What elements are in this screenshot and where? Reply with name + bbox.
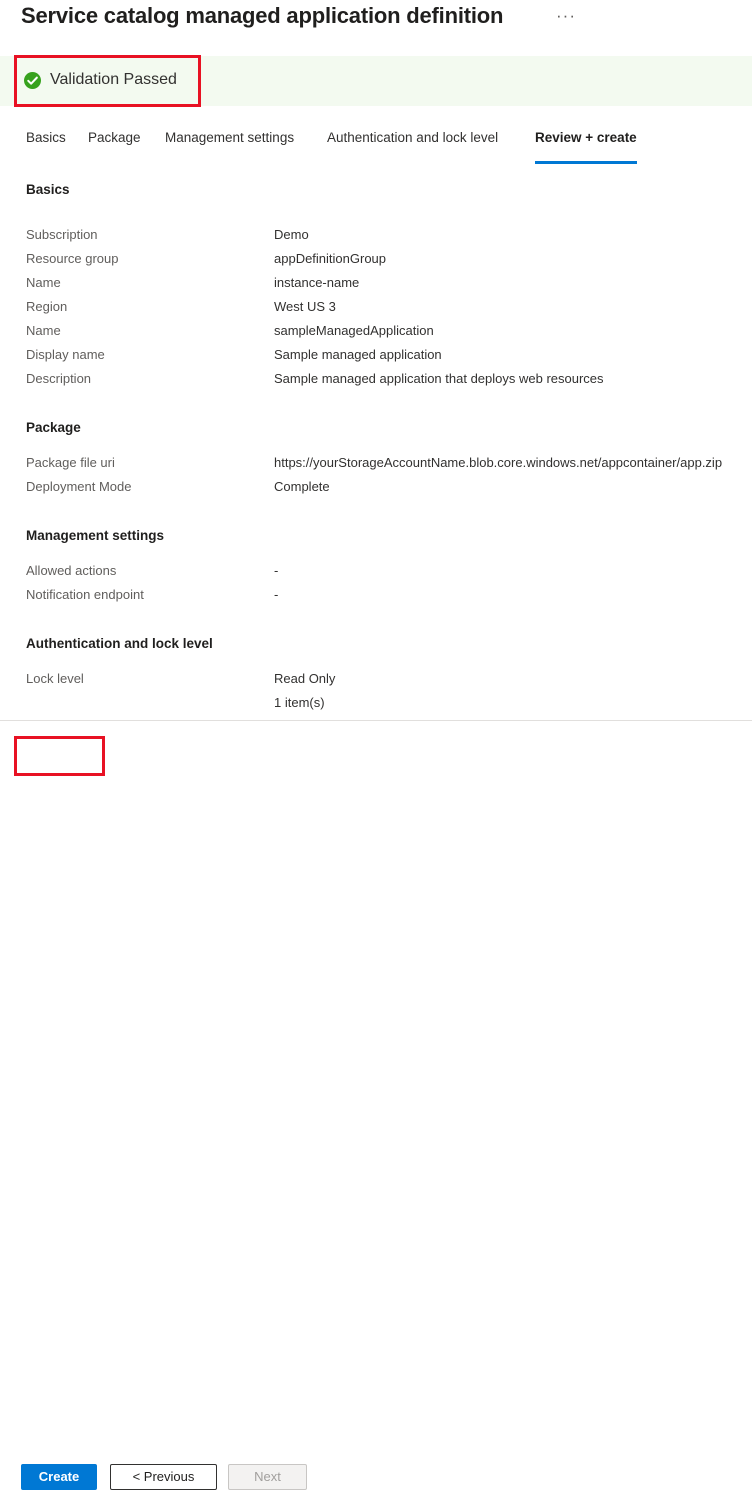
review-row-value: - xyxy=(274,563,278,578)
review-row: Description Sample managed application th… xyxy=(0,371,752,392)
next-button: Next xyxy=(228,1464,307,1490)
review-row-value: Sample managed application xyxy=(274,347,442,362)
review-row-label: Package file uri xyxy=(26,455,115,470)
review-row: Deployment Mode Complete xyxy=(0,479,752,500)
tab-authentication-and-lock-level[interactable]: Authentication and lock level xyxy=(327,130,498,164)
review-row-label: Notification endpoint xyxy=(26,587,144,602)
check-circle-icon xyxy=(24,72,41,89)
review-row-label: Name xyxy=(26,323,61,338)
footer-actions: Create < Previous Next xyxy=(0,721,752,793)
review-row: Allowed actions - xyxy=(0,563,752,584)
review-row: Resource group appDefinitionGroup xyxy=(0,251,752,272)
section-heading: Management settings xyxy=(26,528,164,543)
tab-package[interactable]: Package xyxy=(88,130,141,164)
review-row: Package file uri https://yourStorageAccou… xyxy=(0,455,752,476)
page-title: Service catalog managed application defi… xyxy=(21,3,503,29)
review-row-label: Deployment Mode xyxy=(26,479,132,494)
review-row-value: https://yourStorageAccountName.blob.core… xyxy=(274,455,722,470)
review-row-label: Region xyxy=(26,299,67,314)
review-row-label: Resource group xyxy=(26,251,119,266)
review-row-value: West US 3 xyxy=(274,299,336,314)
page-header: Service catalog managed application defi… xyxy=(0,0,752,44)
validation-status-text: Validation Passed xyxy=(50,71,177,89)
review-row-value: sampleManagedApplication xyxy=(274,323,434,338)
more-options-icon[interactable]: ··· xyxy=(553,6,579,28)
previous-button[interactable]: < Previous xyxy=(110,1464,217,1490)
review-row-value: Read Only xyxy=(274,671,335,686)
section-heading: Basics xyxy=(26,182,70,197)
create-button[interactable]: Create xyxy=(21,1464,97,1490)
review-row-label: Name xyxy=(26,275,61,290)
review-row: Region West US 3 xyxy=(0,299,752,320)
review-row: Display name Sample managed application xyxy=(0,347,752,368)
review-row: Name instance-name xyxy=(0,275,752,296)
wizard-tabs: Basics Package Management settings Authenti… xyxy=(0,130,752,164)
review-row: Name sampleManagedApplication xyxy=(0,323,752,344)
validation-banner: Validation Passed xyxy=(0,56,752,106)
review-row-value: instance-name xyxy=(274,275,359,290)
review-row-value: - xyxy=(274,587,278,602)
section-heading: Authentication and lock level xyxy=(26,636,213,651)
tab-review-create[interactable]: Review + create xyxy=(535,130,637,164)
review-row-label: Allowed actions xyxy=(26,563,116,578)
review-row: Lock level Read Only xyxy=(0,671,752,692)
review-row: Notification endpoint - xyxy=(0,587,752,608)
review-row-label: Subscription xyxy=(26,227,98,242)
review-row: Subscription Demo xyxy=(0,227,752,248)
review-row-label: Display name xyxy=(26,347,105,362)
review-row-value: appDefinitionGroup xyxy=(274,251,386,266)
review-row-extra-value: 1 item(s) xyxy=(274,695,325,710)
validation-message: Validation Passed xyxy=(24,71,177,89)
review-row-value: Complete xyxy=(274,479,330,494)
review-row-label: Description xyxy=(26,371,91,386)
review-row-value: Sample managed application that deploys … xyxy=(274,371,604,386)
tab-basics[interactable]: Basics xyxy=(26,130,66,164)
tab-management-settings[interactable]: Management settings xyxy=(165,130,294,164)
review-row-value: Demo xyxy=(274,227,309,242)
review-row-label: Lock level xyxy=(26,671,84,686)
section-heading: Package xyxy=(26,420,81,435)
